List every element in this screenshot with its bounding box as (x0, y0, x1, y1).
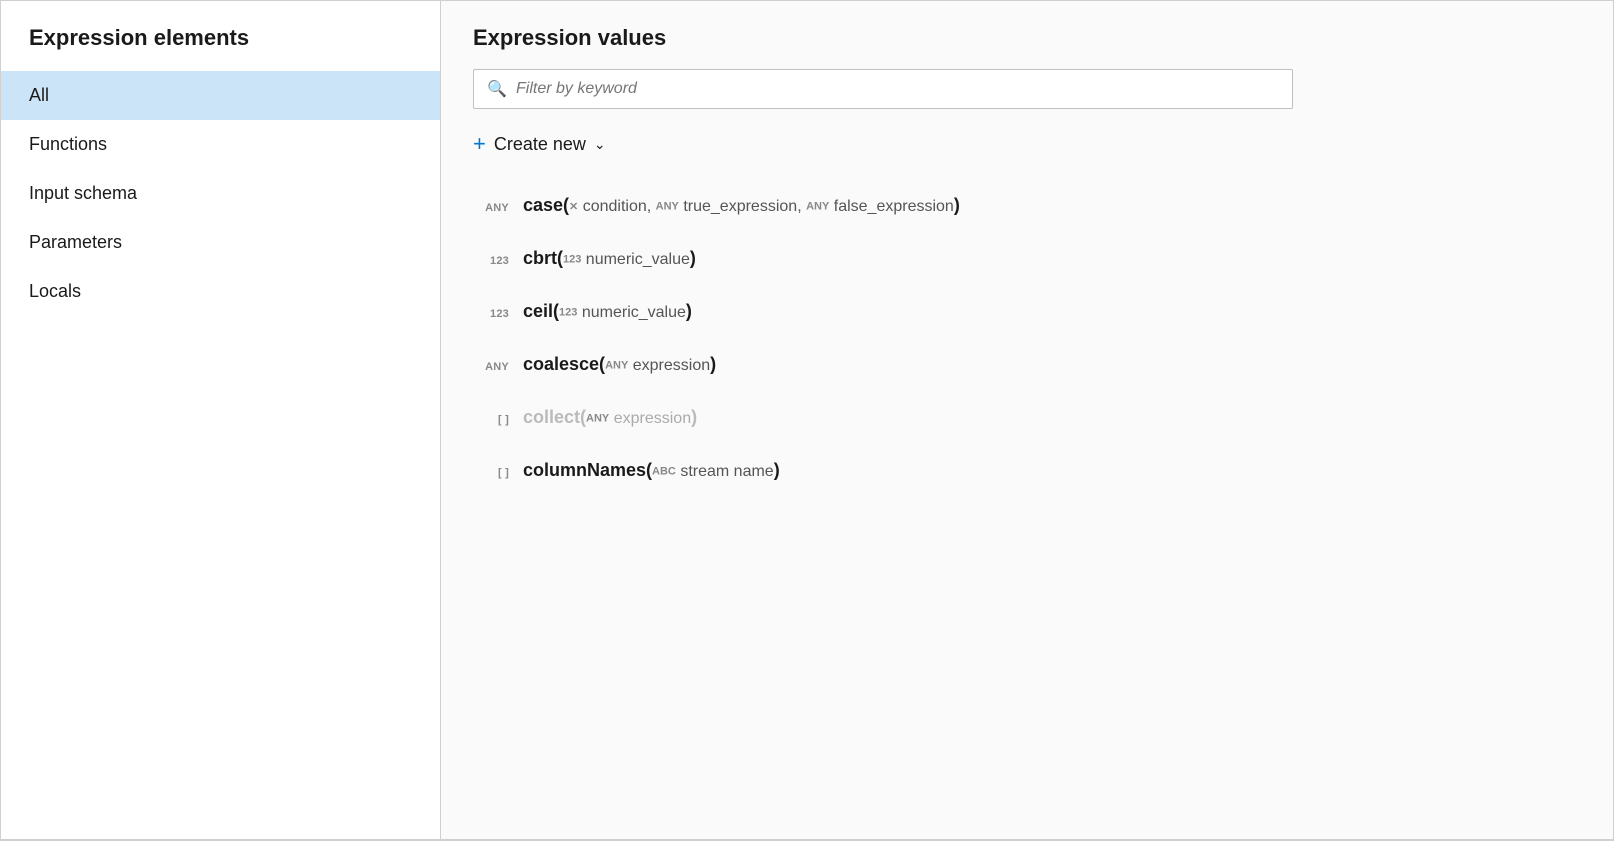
right-panel: Expression values 🔍 + Create new ⌄ ANYca… (441, 1, 1613, 839)
type-badge-columnNames: [ ] (473, 467, 509, 479)
function-closing-coalesce: ) (710, 354, 716, 374)
function-closing-ceil: ) (686, 301, 692, 321)
function-name-ceil: ceil( (523, 301, 559, 321)
function-closing-collect: ) (691, 407, 697, 427)
search-input[interactable] (473, 69, 1293, 109)
type-badge-ceil: 123 (473, 308, 509, 320)
param-name-coalesce-0: expression (628, 357, 710, 374)
function-signature-columnNames: columnNames(abc stream name) (523, 460, 780, 481)
plus-icon: + (473, 133, 486, 155)
function-item-collect[interactable]: [ ] collect(ANY expression) (473, 391, 1581, 444)
param-type-columnNames-0: abc (652, 465, 676, 477)
function-item-cbrt[interactable]: 123cbrt(123 numeric_value) (473, 232, 1581, 285)
function-closing-case: ) (954, 195, 960, 215)
chevron-down-icon: ⌄ (594, 136, 606, 153)
function-signature-case: case(✕ condition, ANY true_expression, A… (523, 195, 960, 216)
function-signature-coalesce: coalesce(ANY expression) (523, 354, 716, 375)
function-signature-collect: collect(ANY expression) (523, 407, 697, 428)
param-name-collect-0: expression (609, 410, 691, 427)
sidebar-item-functions[interactable]: Functions (1, 120, 440, 169)
type-badge-coalesce: ANY (473, 361, 509, 373)
function-closing-columnNames: ) (774, 460, 780, 480)
type-badge-case: ANY (473, 202, 509, 214)
left-panel: Expression elements AllFunctionsInput sc… (1, 1, 441, 839)
function-item-columnNames[interactable]: [ ] columnNames(abc stream name) (473, 444, 1581, 497)
search-icon: 🔍 (487, 79, 507, 99)
param-type-case-0: ✕ (569, 201, 578, 213)
right-panel-title: Expression values (473, 25, 1581, 51)
param-comma-case-0: , (647, 198, 656, 215)
search-container: 🔍 (473, 69, 1581, 109)
function-item-case[interactable]: ANYcase(✕ condition, ANY true_expression… (473, 179, 1581, 232)
function-signature-ceil: ceil(123 numeric_value) (523, 301, 692, 322)
sidebar-item-locals[interactable]: Locals (1, 267, 440, 316)
param-name-case-2: false_expression (829, 198, 954, 215)
left-nav: AllFunctionsInput schemaParametersLocals (1, 71, 440, 316)
param-type-case-1: ANY (656, 200, 679, 212)
param-name-columnNames-0: stream name (676, 463, 774, 480)
param-type-case-2: ANY (806, 200, 829, 212)
left-panel-title: Expression elements (1, 25, 440, 71)
sidebar-item-parameters[interactable]: Parameters (1, 218, 440, 267)
param-type-coalesce-0: ANY (605, 359, 628, 371)
function-item-coalesce[interactable]: ANYcoalesce(ANY expression) (473, 338, 1581, 391)
param-name-ceil-0: numeric_value (577, 304, 686, 321)
function-closing-cbrt: ) (690, 248, 696, 268)
param-type-cbrt-0: 123 (563, 253, 581, 265)
function-name-case: case( (523, 195, 569, 215)
param-comma-case-1: , (797, 198, 806, 215)
sidebar-item-input-schema[interactable]: Input schema (1, 169, 440, 218)
param-type-collect-0: ANY (586, 412, 609, 424)
param-name-case-1: true_expression (679, 198, 797, 215)
function-name-collect: collect( (523, 407, 586, 427)
function-name-cbrt: cbrt( (523, 248, 563, 268)
create-new-button[interactable]: + Create new ⌄ (473, 125, 606, 163)
create-new-label: Create new (494, 134, 586, 155)
param-type-ceil-0: 123 (559, 306, 577, 318)
function-list: ANYcase(✕ condition, ANY true_expression… (473, 179, 1581, 497)
function-name-coalesce: coalesce( (523, 354, 605, 374)
function-item-ceil[interactable]: 123ceil(123 numeric_value) (473, 285, 1581, 338)
type-badge-collect: [ ] (473, 414, 509, 426)
sidebar-item-all[interactable]: All (1, 71, 440, 120)
param-name-cbrt-0: numeric_value (581, 251, 690, 268)
param-name-case-0: condition (578, 198, 647, 215)
function-signature-cbrt: cbrt(123 numeric_value) (523, 248, 696, 269)
function-name-columnNames: columnNames( (523, 460, 652, 480)
type-badge-cbrt: 123 (473, 255, 509, 267)
main-container: Expression elements AllFunctionsInput sc… (0, 0, 1614, 840)
